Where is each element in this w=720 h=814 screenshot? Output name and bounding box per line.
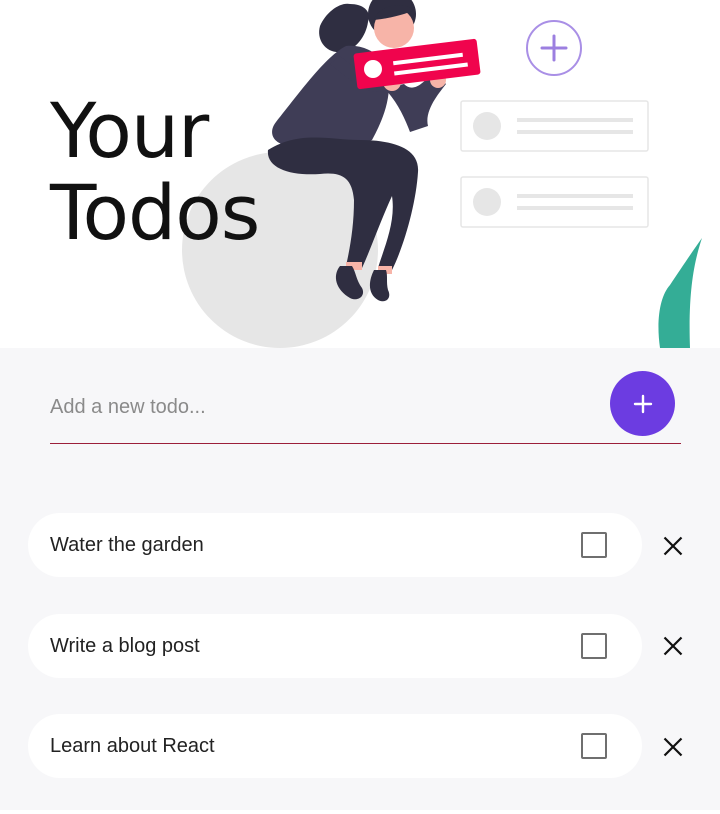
todo-panel: Water the garden Write a blog post Learn… — [0, 348, 720, 810]
todo-checkbox[interactable] — [581, 633, 607, 659]
plant-leaf — [658, 238, 702, 348]
card-icon — [353, 38, 481, 90]
close-icon — [663, 536, 683, 556]
close-icon — [663, 737, 683, 757]
page-title-line-2: Todos — [50, 168, 260, 257]
plus-circle-icon — [526, 20, 582, 76]
todo-item: Write a blog post — [28, 614, 642, 678]
placeholder-card-1 — [460, 100, 649, 152]
delete-todo-button[interactable] — [656, 529, 690, 563]
delete-todo-button[interactable] — [656, 629, 690, 663]
todo-item: Learn about React — [28, 714, 642, 778]
todo-text: Write a blog post — [50, 635, 200, 657]
todo-checkbox[interactable] — [581, 532, 607, 558]
page-title-line-1: Your — [50, 86, 209, 175]
delete-todo-button[interactable] — [656, 730, 690, 764]
todo-list: Water the garden Write a blog post Learn… — [0, 348, 720, 810]
placeholder-card-2 — [460, 176, 649, 228]
page-title: Your Todos — [50, 86, 260, 257]
todo-checkbox[interactable] — [581, 733, 607, 759]
hero-header: Your Todos — [0, 0, 720, 348]
todo-item: Water the garden — [28, 513, 642, 577]
todo-text: Water the garden — [50, 534, 204, 556]
close-icon — [663, 636, 683, 656]
todo-text: Learn about React — [50, 735, 215, 757]
